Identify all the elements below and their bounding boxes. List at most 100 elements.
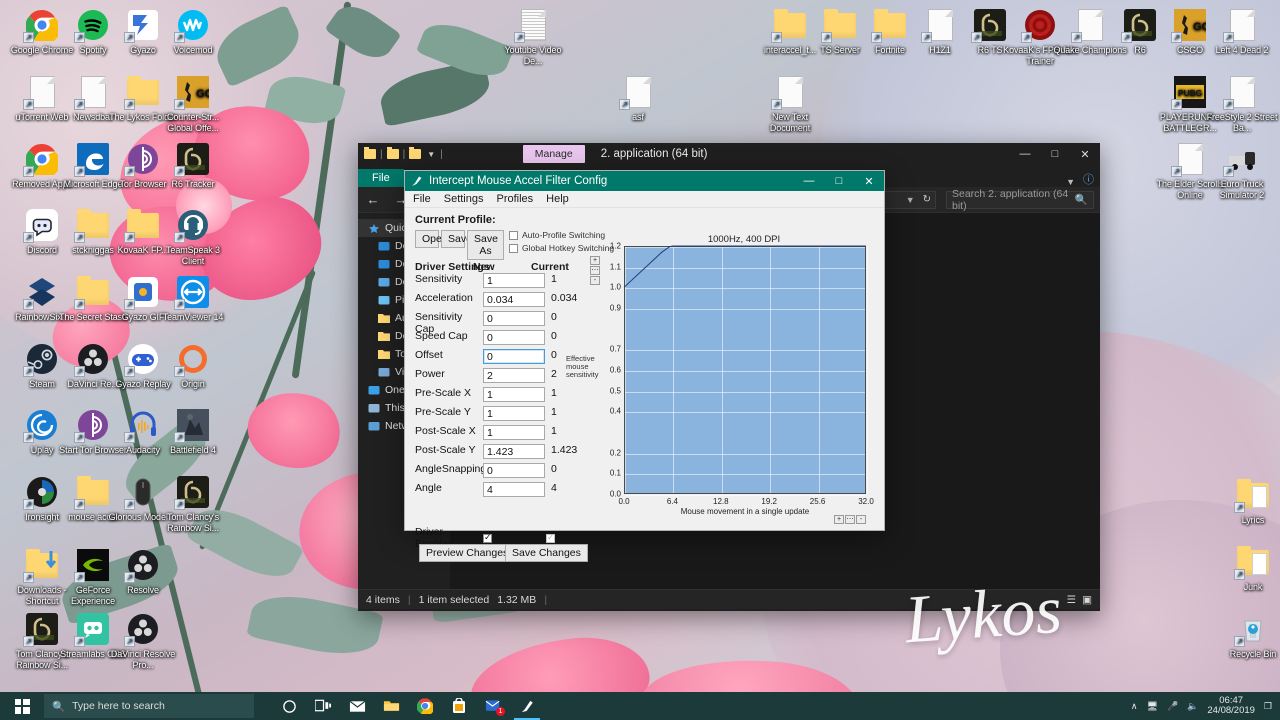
app-minimize-button[interactable]: — xyxy=(794,171,824,191)
setting-input-post-scale-x[interactable]: 1 xyxy=(483,425,545,440)
explorer-search-input[interactable]: Search 2. application (64 bit) 🔍 xyxy=(946,188,1094,212)
desktop-icon[interactable]: Battlefield 4 xyxy=(155,408,231,456)
setting-input-speed-cap[interactable]: 0 xyxy=(483,330,545,345)
desktop-icon[interactable]: TeamSpeak 3 Client xyxy=(155,208,231,266)
desktop-icon[interactable]: Youtube Video De... xyxy=(495,8,571,66)
setting-input-post-scale-y[interactable]: 1.423 xyxy=(483,444,545,459)
taskbar-pinned-apps[interactable]: 1 xyxy=(272,692,544,720)
desktop-icon[interactable]: Euro Truck Simulator 2 xyxy=(1204,142,1280,200)
large-icons-view-icon[interactable]: ▣ xyxy=(1082,594,1092,606)
chart-zoom-in-y-button[interactable]: + xyxy=(590,256,600,265)
quick-access-toolbar-icon[interactable] xyxy=(364,147,376,159)
chart-zoom-reset-y-button[interactable]: ⋯ xyxy=(590,266,600,275)
shortcut-overlay-icon xyxy=(23,572,34,583)
driver-enabled-new-checkbox[interactable] xyxy=(483,532,492,543)
new-folder-icon[interactable] xyxy=(409,147,422,159)
save-changes-button[interactable]: Save Changes xyxy=(505,544,588,562)
profile-save-as-button[interactable]: Save As xyxy=(467,230,504,260)
tray-chevron-icon[interactable]: ∧ xyxy=(1131,701,1138,712)
checkbox-box[interactable] xyxy=(509,230,518,240)
chart-zoom-in-x-button[interactable]: + xyxy=(834,515,844,524)
desktop-icon[interactable]: FreeStyle 2 Street Ba... xyxy=(1204,75,1280,133)
explorer-titlebar[interactable]: | | ▼ | Manage 2. application (64 bit) —… xyxy=(358,143,1100,165)
details-view-icon[interactable]: ☰ xyxy=(1067,594,1076,606)
desktop-icon[interactable]: Junk xyxy=(1215,545,1280,593)
manage-contextual-tab[interactable]: Manage xyxy=(522,145,585,163)
desktop-icon[interactable]: Tom Clancy's Rainbow Si... xyxy=(155,475,231,533)
back-button[interactable]: ← xyxy=(364,192,382,207)
checkbox-box[interactable] xyxy=(509,243,518,253)
desktop-icon[interactable]: Left 4 Dead 2 xyxy=(1204,8,1280,56)
desktop-icon[interactable]: TeamViewer 14 xyxy=(155,275,231,323)
network-icon[interactable]: 🖥 xyxy=(1147,701,1158,712)
mic-icon[interactable]: 🎤 xyxy=(1167,701,1178,712)
shortcut-overlay-icon xyxy=(619,99,630,110)
app-maximize-button[interactable]: □ xyxy=(824,171,854,191)
chart-vertical-zoom-buttons[interactable]: + ⋯ - xyxy=(590,256,600,285)
chart-zoom-out-x-button[interactable]: - xyxy=(856,515,866,524)
taskbar-task-view-icon[interactable] xyxy=(306,692,340,720)
setting-input-sensitivity[interactable]: 1 xyxy=(483,273,545,288)
global-hotkey-switching-checkbox[interactable]: Global Hotkey Switching xyxy=(509,243,614,253)
ribbon-tab-file[interactable]: File xyxy=(358,169,404,187)
desktop-icon[interactable]: Origin xyxy=(155,342,231,390)
taskbar-search-box[interactable]: 🔍 Type here to search xyxy=(44,694,254,718)
auto-profile-switching-checkbox[interactable]: Auto-Profile Switching xyxy=(509,230,605,240)
teamviewer-icon xyxy=(174,275,210,310)
shortcut-overlay-icon xyxy=(74,299,85,310)
preview-changes-button[interactable]: Preview Changes xyxy=(419,544,516,562)
setting-input-acceleration[interactable]: 0.034 xyxy=(483,292,545,307)
explorer-window-controls[interactable]: — □ ✕ xyxy=(1010,148,1100,161)
app-titlebar[interactable]: Intercept Mouse Accel Filter Config — □ … xyxy=(405,171,884,191)
taskbar-clock[interactable]: 06:47 24/08/2019 xyxy=(1207,696,1255,716)
shortcut-overlay-icon xyxy=(74,572,85,583)
app-window-controls[interactable]: — □ ✕ xyxy=(794,171,884,191)
taskbar-file-explorer-icon[interactable] xyxy=(374,692,408,720)
taskbar-app-intercept-icon[interactable] xyxy=(510,692,544,720)
desktop-icon[interactable]: Lyrics xyxy=(1215,478,1280,526)
menu-settings[interactable]: Settings xyxy=(444,193,484,205)
action-center-icon[interactable]: ❐ xyxy=(1264,701,1272,712)
menu-help[interactable]: Help xyxy=(546,193,569,205)
taskbar-mail-badge-icon[interactable]: 1 xyxy=(476,692,510,720)
menu-profiles[interactable]: Profiles xyxy=(496,193,533,205)
setting-input-pre-scale-x[interactable]: 1 xyxy=(483,387,545,402)
desktop-icon[interactable]: asf xyxy=(600,75,676,123)
taskbar-mail-icon[interactable] xyxy=(340,692,374,720)
taskbar-store-icon[interactable] xyxy=(442,692,476,720)
chart-zoom-reset-x-button[interactable]: ⋯ xyxy=(845,515,855,524)
app-close-button[interactable]: ✕ xyxy=(854,171,884,191)
desktop-icon[interactable]: Voicemod xyxy=(155,8,231,56)
setting-input-offset[interactable]: 0 xyxy=(483,349,545,364)
desktop-icon[interactable]: DaVinci Resolve Pro... xyxy=(105,612,181,670)
windows-taskbar[interactable]: 🔍 Type here to search 1 ∧ 🖥 🎤 🔈 06:47 24… xyxy=(0,692,1280,720)
explorer-maximize-button[interactable]: □ xyxy=(1040,148,1070,161)
taskbar-cortana-icon[interactable] xyxy=(272,692,306,720)
desktop-icon[interactable]: New Text Document xyxy=(752,75,828,133)
profile-save-button[interactable]: Save xyxy=(441,230,472,248)
chart-plot[interactable]: 0.0 0.1 0.2 0.4 0.5 0.6 0.7 0.9 1.0 1.1 1.2 0.0 6.4… xyxy=(610,242,874,517)
setting-input-sensitivity-cap[interactable]: 0 xyxy=(483,311,545,326)
desktop-icon[interactable]: GO Counter-Str... Global Offe... xyxy=(155,75,231,133)
desktop-icon[interactable]: Recycle Bin xyxy=(1215,612,1280,660)
app-menubar[interactable]: File Settings Profiles Help xyxy=(405,191,884,208)
menu-file[interactable]: File xyxy=(413,193,431,205)
properties-icon[interactable] xyxy=(386,147,399,159)
setting-input-angle[interactable]: 4 xyxy=(483,482,545,497)
chart-zoom-out-y-button[interactable]: - xyxy=(590,276,600,285)
volume-icon[interactable]: 🔈 xyxy=(1187,701,1198,712)
view-mode-buttons[interactable]: ☰ ▣ xyxy=(1067,594,1092,606)
explorer-close-button[interactable]: ✕ xyxy=(1070,148,1100,161)
start-button[interactable] xyxy=(0,692,44,720)
shortcut-overlay-icon xyxy=(74,99,85,110)
profile-open-button[interactable]: Open xyxy=(415,230,448,248)
explorer-minimize-button[interactable]: — xyxy=(1010,148,1040,161)
chart-horizontal-zoom-buttons[interactable]: + ⋯ - xyxy=(834,515,866,524)
setting-input-pre-scale-y[interactable]: 1 xyxy=(483,406,545,421)
setting-input-anglesnapping[interactable]: 0 xyxy=(483,463,545,478)
system-tray[interactable]: ∧ 🖥 🎤 🔈 06:47 24/08/2019 ❐ xyxy=(1131,696,1280,716)
desktop-icon[interactable]: R6 Tracker xyxy=(155,142,231,190)
desktop-icon[interactable]: Resolve xyxy=(105,548,181,596)
taskbar-chrome-icon[interactable] xyxy=(408,692,442,720)
setting-input-power[interactable]: 2 xyxy=(483,368,545,383)
